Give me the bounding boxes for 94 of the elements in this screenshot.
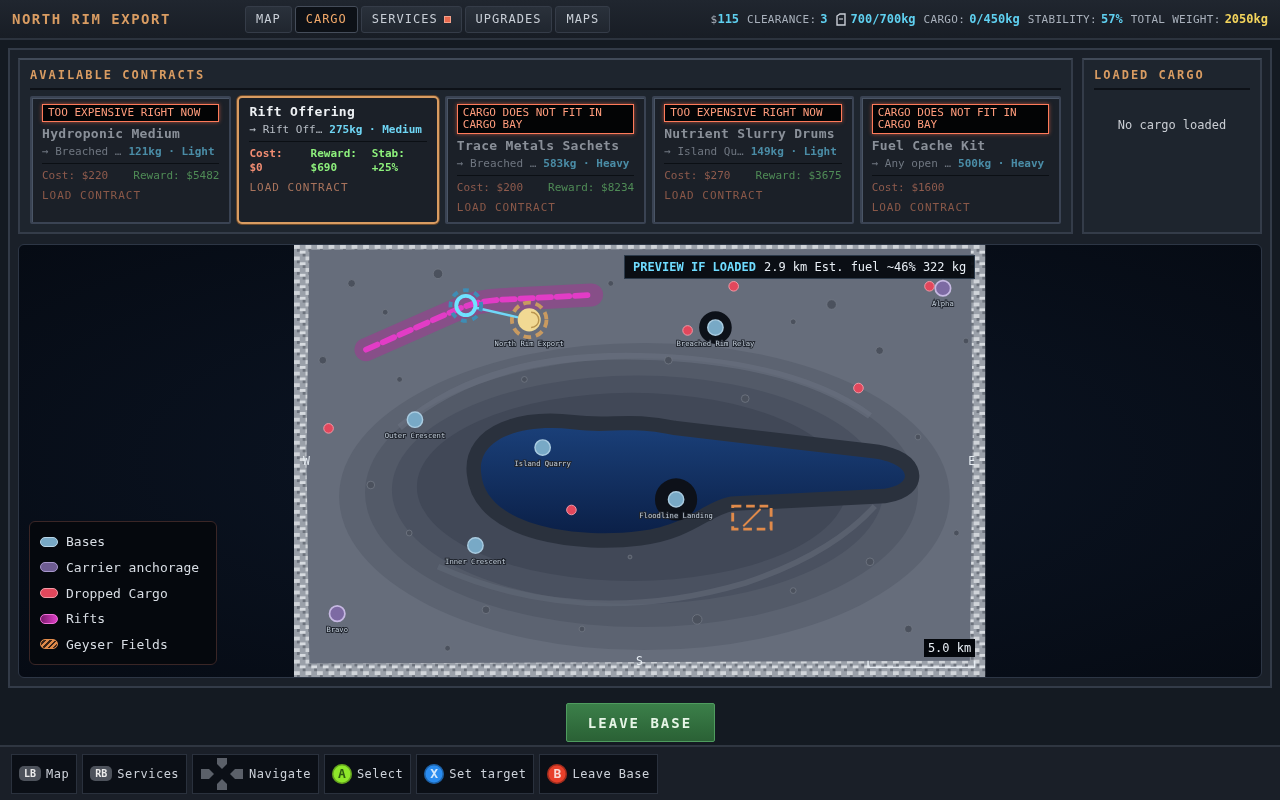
cargo-weight-text: 149kg · Light: [750, 145, 837, 158]
stat-label: STABILITY:: [1027, 12, 1097, 26]
reward-text: Reward: $5482: [133, 169, 220, 183]
cost-text: Cost: $1600: [871, 181, 945, 195]
contract-card[interactable]: CARGO DOES NOT FIT IN CARGO BAY Trace Metals Sachets → Breached … 583kg · Heavy Cost: $200 Reward: $8234 LOAD CONTRACT: [444, 96, 647, 224]
hint-label: Set target: [449, 766, 527, 781]
legend-label: Bases: [66, 534, 106, 550]
contract-card[interactable]: Rift Offering → Rift Off… 275kg · Medium Cost: $0 Reward: $690 Stab: +25% LOAD CONTRACT: [237, 96, 439, 224]
face-button-key: X: [424, 763, 445, 784]
cost-text: Cost: $0: [249, 147, 284, 175]
carrier-marker-icon[interactable]: [329, 605, 347, 623]
dropped-cargo-icon[interactable]: [853, 382, 865, 394]
legend-label: Dropped Cargo: [66, 585, 168, 601]
target-ring-icon[interactable]: [448, 288, 484, 323]
destination-text: → Rift Off…: [249, 123, 323, 136]
legend-label: Geyser Fields: [66, 636, 168, 652]
compass-label: W: [303, 453, 311, 468]
panel-title: AVAILABLE CONTRACTS: [30, 68, 1061, 90]
cargo-weight-text: 500kg · Heavy: [958, 157, 1045, 170]
contract-card[interactable]: TOO EXPENSIVE RIGHT NOW Hydroponic Medium → Breached … 121kg · Light Cost: $220 Reward: $5482 LOAD CONTRACT: [30, 96, 232, 224]
stat-value: 3: [820, 12, 828, 26]
cost-text: Cost: $200: [456, 181, 524, 195]
load-contract-button[interactable]: LOAD CONTRACT: [249, 181, 349, 194]
fuel-can-icon: [835, 12, 847, 26]
warning-banner: CARGO DOES NOT FIT IN CARGO BAY: [871, 104, 1050, 134]
legend-swatch-icon: [40, 613, 58, 624]
legend-label: Rifts: [66, 611, 106, 627]
legend-swatch-icon: [40, 536, 58, 547]
contract-card[interactable]: TOO EXPENSIVE RIGHT NOW Nutrient Slurry Drums → Island Qu… 149kg · Light Cost: $270 Reward: $3675 LOAD CONTRACT: [652, 96, 854, 224]
stat-value: 57%: [1100, 12, 1123, 26]
stat-label: CLEARANCE:: [747, 12, 817, 26]
dpad-icon: [200, 755, 245, 792]
contract-title: Nutrient Slurry Drums: [664, 126, 836, 141]
hint-label: Select: [356, 766, 404, 781]
stat-label: $: [710, 12, 718, 26]
current-base-icon[interactable]: [510, 300, 549, 340]
hint-label: Navigate: [249, 766, 311, 781]
legend-swatch-icon: [40, 639, 58, 650]
reward-text: Reward: $3675: [755, 169, 842, 183]
legend-swatch-icon: [40, 588, 58, 598]
geyser-field-icon: [731, 504, 773, 531]
bumper-key: RB: [90, 766, 113, 781]
stat-value: 115: [717, 12, 740, 26]
stability-text: Stab: +25%: [371, 147, 406, 175]
contract-title: Hydroponic Medium: [42, 126, 182, 141]
stat-label: TOTAL WEIGHT:: [1130, 12, 1221, 26]
contract-title: Trace Metals Sachets: [456, 138, 621, 153]
nav-tab[interactable]: MAPS: [555, 5, 611, 33]
warning-banner: CARGO DOES NOT FIT IN CARGO BAY: [456, 104, 635, 134]
nav-tab[interactable]: CARGO: [294, 5, 358, 33]
panel-title: LOADED CARGO: [1094, 68, 1250, 90]
legend-swatch-icon: [40, 562, 58, 573]
hint-label: Map: [46, 766, 70, 781]
cost-text: Cost: $220: [42, 169, 109, 183]
empty-message: No cargo loaded: [1116, 118, 1228, 132]
dropped-cargo-icon[interactable]: [566, 504, 578, 516]
carrier-marker-icon[interactable]: [934, 279, 952, 297]
face-button-key: B: [547, 763, 568, 784]
legend-label: Carrier anchorage: [66, 559, 200, 575]
compass-label: S: [636, 653, 644, 668]
compass-label: E: [968, 453, 976, 468]
contract-card[interactable]: CARGO DOES NOT FIT IN CARGO BAY Fuel Cache Kit → Any open … 500kg · Heavy Cost: $1600 LOAD CONTRACT: [859, 96, 1062, 224]
cost-text: Cost: $270: [664, 169, 731, 183]
contract-title: Rift Offering: [249, 104, 357, 119]
nav-tab[interactable]: SERVICES: [360, 5, 462, 33]
warning-banner: TOO EXPENSIVE RIGHT NOW: [42, 104, 220, 122]
stat-label: CARGO:: [923, 12, 966, 26]
dropped-cargo-icon[interactable]: [924, 281, 936, 292]
destination-text: → Breached …: [42, 145, 122, 158]
destination-text: → Any open …: [871, 157, 952, 170]
nav-tab[interactable]: UPGRADES: [464, 5, 553, 33]
contract-title: Fuel Cache Kit: [871, 138, 987, 153]
cargo-weight-text: 121kg · Light: [128, 145, 215, 158]
hint-label: Leave Base: [572, 766, 650, 781]
destination-text: → Island Qu…: [664, 145, 744, 158]
cargo-weight-text: 583kg · Heavy: [543, 157, 630, 170]
leave-base-button[interactable]: LEAVE BASE: [565, 703, 715, 742]
preview-details: 2.9 km Est. fuel ~46% 322 kg: [763, 259, 967, 274]
reward-text: Reward: $8234: [548, 181, 635, 195]
face-button-key: A: [331, 763, 352, 784]
stat-value: 2050kg: [1224, 12, 1268, 26]
preview-title: PREVIEW IF LOADED: [633, 259, 756, 274]
base-marker-icon[interactable]: [668, 491, 685, 508]
base-marker-icon[interactable]: [406, 411, 424, 429]
app-title: NORTH RIM EXPORT: [12, 11, 172, 27]
stat-value: 0/450kg: [969, 12, 1020, 26]
nav-tab[interactable]: MAP: [245, 5, 292, 33]
bumper-key: LB: [19, 766, 42, 781]
destination-text: → Breached …: [456, 157, 537, 170]
warning-banner: TOO EXPENSIVE RIGHT NOW: [664, 104, 842, 122]
cargo-weight-text: 275kg · Medium: [329, 123, 422, 136]
reward-text: Reward: $690: [310, 147, 358, 175]
stat-value: 700/700kg: [850, 12, 916, 26]
hint-label: Services: [117, 766, 180, 781]
